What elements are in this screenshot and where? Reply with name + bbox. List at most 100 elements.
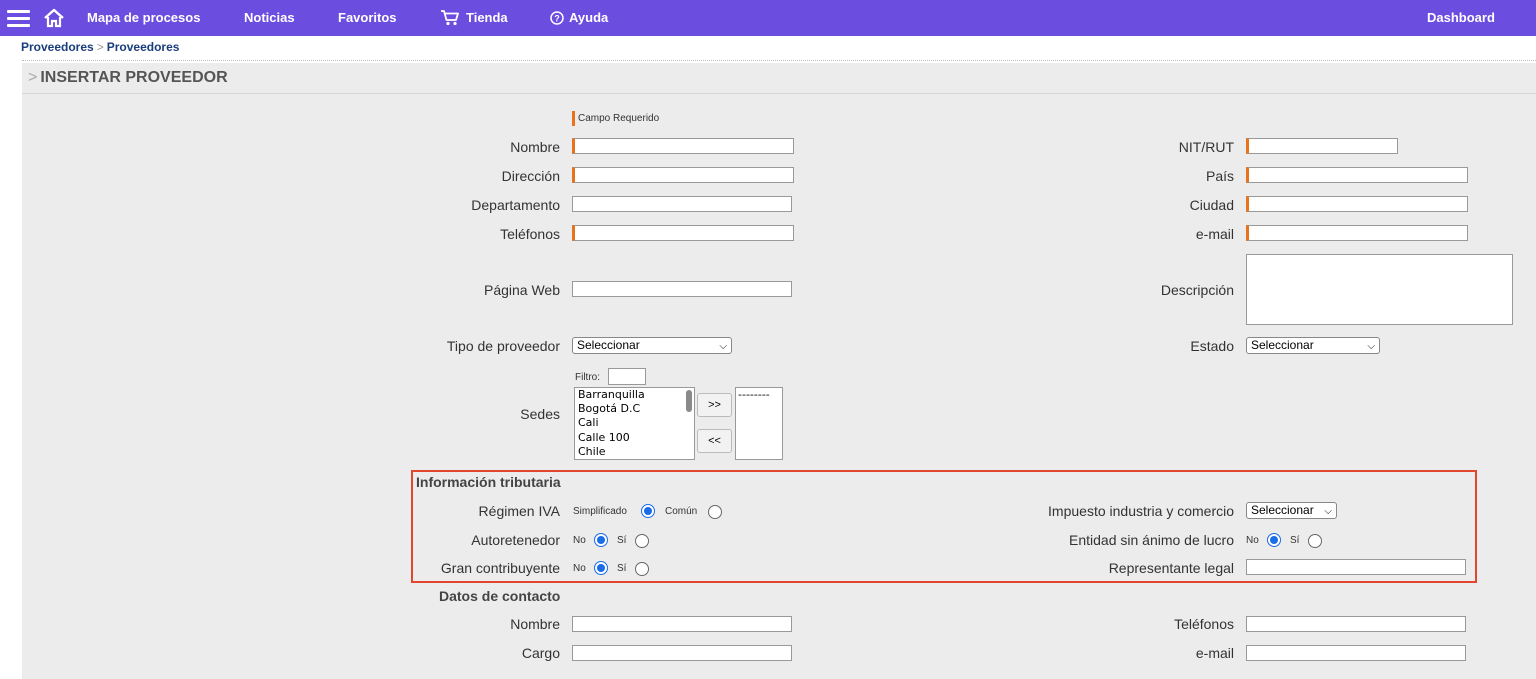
- representante-legal-input[interactable]: [1246, 559, 1466, 575]
- page-title-text: INSERTAR PROVEEDOR: [40, 69, 228, 86]
- list-item[interactable]: Chile: [575, 445, 694, 459]
- entidad-no-label: No: [1246, 535, 1259, 546]
- pais-label: País: [1205, 168, 1234, 184]
- entidad-si-radio[interactable]: [1308, 534, 1322, 548]
- contacto-email-label: e-mail: [1195, 645, 1234, 661]
- regimen-iva-label: Régimen IVA: [478, 503, 560, 519]
- autoretenedor-label: Autoretenedor: [471, 532, 560, 548]
- form-panel: > INSERTAR PROVEEDOR: [22, 63, 1536, 679]
- email-input[interactable]: [1246, 225, 1468, 241]
- nav-ayuda[interactable]: Ayuda: [569, 0, 608, 36]
- required-legend: Campo Requerido: [578, 113, 660, 124]
- direccion-label: Dirección: [501, 168, 560, 184]
- breadcrumb-separator: >: [96, 40, 104, 54]
- list-item[interactable]: Cali: [575, 416, 694, 430]
- regimen-simplificado-radio[interactable]: [641, 504, 655, 518]
- gran-contribuyente-no-radio[interactable]: [594, 561, 608, 575]
- sedes-selected-list[interactable]: --------: [735, 387, 783, 460]
- help-circle-icon: ?: [550, 11, 564, 25]
- gran-contribuyente-label: Gran contribuyente: [440, 560, 560, 576]
- breadcrumb: Proveedores > Proveedores: [21, 40, 179, 54]
- descripcion-textarea[interactable]: [1246, 254, 1513, 325]
- autoretenedor-si-label: Sí: [617, 535, 627, 546]
- page-title: > INSERTAR PROVEEDOR: [28, 69, 228, 87]
- autoretenedor-no-label: No: [573, 535, 586, 546]
- chevron-down-icon: ⌵: [719, 341, 727, 352]
- contacto-cargo-input[interactable]: [572, 645, 792, 661]
- top-navbar: Mapa de procesos Noticias Favoritos Tien…: [0, 0, 1536, 36]
- contacto-telefonos-input[interactable]: [1246, 616, 1466, 632]
- pagina-web-label: Página Web: [483, 282, 560, 298]
- telefonos-label: Teléfonos: [500, 226, 560, 242]
- regimen-simplificado-label: Simplificado: [573, 506, 627, 517]
- panel-header: > INSERTAR PROVEEDOR: [22, 63, 1536, 94]
- nit-label: NIT/RUT: [1178, 139, 1234, 155]
- nav-favoritos[interactable]: Favoritos: [338, 0, 397, 36]
- contacto-cargo-label: Cargo: [521, 645, 560, 661]
- cart-icon: [441, 10, 459, 26]
- departamento-input[interactable]: [572, 196, 792, 212]
- tipo-proveedor-label: Tipo de proveedor: [446, 338, 560, 354]
- divider: [22, 60, 1536, 61]
- add-sede-button[interactable]: >>: [697, 393, 732, 417]
- breadcrumb-current[interactable]: Proveedores: [107, 40, 180, 54]
- sedes-label: Sedes: [520, 406, 560, 422]
- tipo-proveedor-value: Seleccionar: [577, 338, 640, 352]
- entidad-si-label: Sí: [1290, 535, 1300, 546]
- tipo-proveedor-select[interactable]: Seleccionar ⌵: [572, 337, 732, 354]
- list-item[interactable]: Bogotá D.C: [575, 402, 694, 416]
- departamento-label: Departamento: [471, 197, 560, 213]
- impuesto-ic-value: Seleccionar: [1251, 503, 1314, 517]
- estado-select[interactable]: Seleccionar ⌵: [1246, 337, 1380, 354]
- hamburger-menu-icon[interactable]: [7, 10, 30, 27]
- direccion-input[interactable]: [572, 167, 794, 183]
- estado-label: Estado: [1190, 338, 1234, 354]
- nit-input[interactable]: [1246, 138, 1398, 154]
- gran-contribuyente-no-label: No: [573, 563, 586, 574]
- contacto-telefonos-label: Teléfonos: [1174, 616, 1234, 632]
- descripcion-label: Descripción: [1160, 282, 1234, 298]
- impuesto-ic-label: Impuesto industria y comercio: [1048, 503, 1234, 519]
- autoretenedor-no-radio[interactable]: [594, 533, 608, 547]
- autoretenedor-si-radio[interactable]: [635, 534, 649, 548]
- representante-legal-label: Representante legal: [1108, 560, 1234, 576]
- regimen-comun-radio[interactable]: [708, 505, 722, 519]
- svg-text:?: ?: [554, 14, 560, 24]
- remove-sede-button[interactable]: <<: [697, 429, 732, 453]
- home-icon[interactable]: [43, 8, 65, 28]
- required-marker: [572, 111, 575, 126]
- list-item[interactable]: --------: [736, 388, 782, 402]
- chevron-down-icon: ⌵: [1324, 506, 1332, 517]
- title-arrow: >: [28, 69, 38, 86]
- nombre-label: Nombre: [510, 139, 560, 155]
- telefonos-input[interactable]: [572, 225, 794, 241]
- chevron-down-icon: ⌵: [1367, 341, 1375, 352]
- contact-section-title: Datos de contacto: [439, 588, 561, 604]
- impuesto-ic-select[interactable]: Seleccionar ⌵: [1246, 502, 1337, 519]
- entidad-no-radio[interactable]: [1267, 533, 1281, 547]
- nav-dashboard[interactable]: Dashboard: [1427, 0, 1495, 36]
- list-item[interactable]: Calle 100: [575, 431, 694, 445]
- gran-contribuyente-si-radio[interactable]: [635, 562, 649, 576]
- nav-mapa-procesos[interactable]: Mapa de procesos: [87, 0, 200, 36]
- tax-info-title: Información tributaria: [416, 474, 561, 490]
- contacto-nombre-label: Nombre: [510, 616, 560, 632]
- estado-value: Seleccionar: [1251, 338, 1314, 352]
- contacto-email-input[interactable]: [1246, 645, 1466, 661]
- email-label: e-mail: [1195, 226, 1234, 242]
- ciudad-label: Ciudad: [1189, 197, 1234, 213]
- sedes-available-list[interactable]: Barranquilla Bogotá D.C Cali Calle 100 C…: [574, 387, 695, 460]
- breadcrumb-link-proveedores[interactable]: Proveedores: [21, 40, 94, 54]
- pais-input[interactable]: [1246, 167, 1468, 183]
- pagina-web-input[interactable]: [572, 281, 792, 297]
- ciudad-input[interactable]: [1246, 196, 1468, 212]
- filtro-input[interactable]: [608, 368, 646, 385]
- nombre-input[interactable]: [572, 138, 794, 154]
- scrollbar-thumb[interactable]: [686, 390, 692, 412]
- gran-contribuyente-si-label: Sí: [617, 563, 627, 574]
- entidad-sin-animo-label: Entidad sin ánimo de lucro: [1069, 532, 1234, 548]
- contacto-nombre-input[interactable]: [572, 616, 792, 632]
- list-item[interactable]: Barranquilla: [575, 388, 694, 402]
- nav-noticias[interactable]: Noticias: [244, 0, 295, 36]
- nav-tienda[interactable]: Tienda: [466, 0, 508, 36]
